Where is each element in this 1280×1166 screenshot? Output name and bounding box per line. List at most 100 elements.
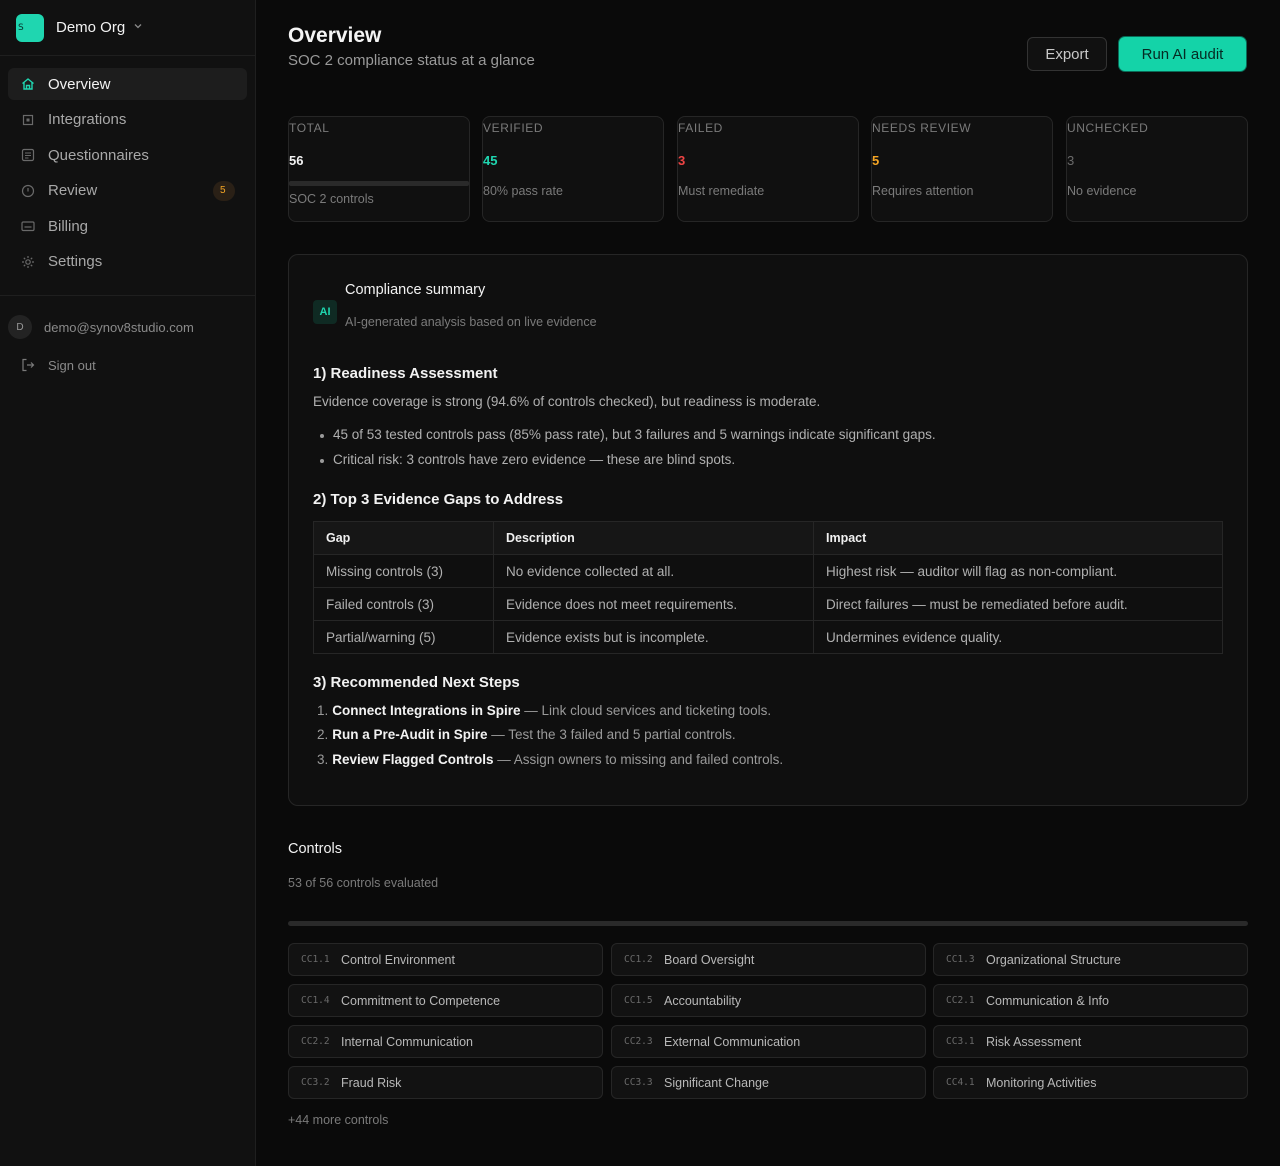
control-id: CC3.3 [624, 1077, 653, 1088]
control-name: Fraud Risk [341, 1075, 402, 1090]
control-item[interactable]: CC1.2 Board Oversight [611, 943, 926, 976]
more-controls-link[interactable]: +44 more controls [288, 1113, 388, 1127]
step-number: 2. [317, 727, 329, 742]
control-item[interactable]: CC2.3 External Communication [611, 1025, 926, 1058]
step-description: — Link cloud services and ticketing tool… [520, 703, 772, 718]
control-item[interactable]: CC1.5 Accountability [611, 984, 926, 1017]
user-account[interactable]: D demo@synov8studio.com [8, 314, 247, 340]
run-ai-audit-button[interactable]: Run AI audit [1119, 37, 1246, 71]
stat-value: 3 [678, 153, 686, 168]
stat-card-needs-review: NEEDS REVIEW 5 Requires attention [871, 116, 1053, 222]
stat-subtext: 80% pass rate [483, 184, 563, 198]
control-id: CC1.1 [301, 954, 330, 965]
control-name: Accountability [664, 993, 742, 1008]
gear-icon [20, 254, 36, 270]
sidebar-item-integrations[interactable]: Integrations [8, 104, 247, 136]
sidebar-item-label: Questionnaires [48, 146, 149, 164]
section-heading: 2) Top 3 Evidence Gaps to Address [313, 491, 564, 508]
next-step-item: 2. Run a Pre-Audit in Spire — Test the 3 … [317, 727, 736, 742]
sidebar: S Demo Org Overview Integrations Questio… [0, 0, 256, 1166]
control-id: CC1.4 [301, 995, 330, 1006]
chevron-down-icon [133, 21, 143, 34]
control-id: CC1.5 [624, 995, 653, 1006]
control-id: CC2.3 [624, 1036, 653, 1047]
section-heading: 1) Readiness Assessment [313, 365, 498, 382]
control-item[interactable]: CC1.1 Control Environment [288, 943, 603, 976]
sidebar-item-label: Overview [48, 75, 111, 93]
stat-card-failed: FAILED 3 Must remediate [677, 116, 859, 222]
table-cell: Partial/warning (5) [313, 620, 494, 654]
table-cell: Missing controls (3) [313, 554, 494, 588]
section-heading: 3) Recommended Next Steps [313, 674, 520, 691]
document-icon [20, 147, 36, 163]
control-item[interactable]: CC2.2 Internal Communication [288, 1025, 603, 1058]
control-id: CC1.3 [946, 954, 975, 965]
control-name: Commitment to Competence [341, 993, 501, 1008]
evidence-gaps-table: Gap Description Impact Missing controls … [313, 521, 1223, 654]
ai-badge: AI [313, 300, 337, 324]
step-description: — Assign owners to missing and failed co… [493, 752, 784, 767]
sidebar-item-label: Billing [48, 217, 89, 235]
control-name: Risk Assessment [986, 1034, 1082, 1049]
controls-title: Controls [288, 841, 342, 857]
controls-progress-bar [288, 921, 1248, 926]
stat-value: 3 [1067, 153, 1075, 168]
sidebar-item-billing[interactable]: Billing [8, 210, 247, 242]
main-content: Overview SOC 2 compliance status at a gl… [288, 0, 1248, 1127]
export-button[interactable]: Export [1027, 37, 1107, 71]
stat-subtext: Must remediate [678, 184, 765, 198]
control-id: CC3.2 [301, 1077, 330, 1088]
control-name: Monitoring Activities [986, 1075, 1097, 1090]
control-name: Board Oversight [664, 952, 755, 967]
control-item[interactable]: CC3.3 Significant Change [611, 1066, 926, 1099]
stat-subtext: SOC 2 controls [289, 192, 374, 206]
stat-card-verified: VERIFIED 45 80% pass rate [482, 116, 664, 222]
next-step-item: 1. Connect Integrations in Spire — Link c… [317, 703, 771, 718]
table-cell: Failed controls (3) [313, 587, 494, 621]
sign-out-button[interactable]: Sign out [8, 352, 247, 378]
user-section: D demo@synov8studio.com Sign out [0, 296, 255, 378]
org-name: Demo Org [56, 19, 126, 36]
sidebar-item-settings[interactable]: Settings [8, 246, 247, 278]
review-count-badge: 5 [213, 180, 235, 201]
control-item[interactable]: CC1.3 Organizational Structure [933, 943, 1248, 976]
control-item[interactable]: CC4.1 Monitoring Activities [933, 1066, 1248, 1099]
control-name: Internal Communication [341, 1034, 474, 1049]
org-logo: S [16, 13, 44, 42]
stat-value: 56 [289, 153, 304, 168]
stat-label: NEEDS REVIEW [872, 121, 972, 135]
stat-value: 45 [483, 153, 498, 168]
sidebar-item-review[interactable]: Review 5 [8, 175, 247, 207]
org-switcher[interactable]: S Demo Org [0, 0, 255, 56]
sidebar-item-overview[interactable]: Overview [8, 68, 247, 100]
control-item[interactable]: CC2.1 Communication & Info [933, 984, 1248, 1017]
integrations-icon [20, 112, 36, 128]
control-item[interactable]: CC3.1 Risk Assessment [933, 1025, 1248, 1058]
step-description: — Test the 3 failed and 5 partial contro… [487, 727, 736, 742]
summary-title: Compliance summary [345, 282, 486, 298]
sidebar-item-label: Review [48, 182, 98, 199]
control-id: CC4.1 [946, 1077, 975, 1088]
next-step-item: 3. Review Flagged Controls — Assign owner… [317, 752, 783, 767]
page-header: Overview SOC 2 compliance status at a gl… [288, 0, 1248, 106]
step-title: Review Flagged Controls [332, 752, 494, 767]
bullet-item: 45 of 53 tested controls pass (85% pass … [320, 427, 936, 442]
control-id: CC1.2 [624, 954, 653, 965]
avatar: D [8, 315, 32, 339]
control-item[interactable]: CC1.4 Commitment to Competence [288, 984, 603, 1017]
summary-subtitle: AI-generated analysis based on live evid… [345, 315, 597, 329]
page-subtitle: SOC 2 compliance status at a glance [288, 52, 535, 69]
sidebar-item-questionnaires[interactable]: Questionnaires [8, 139, 247, 171]
control-item[interactable]: CC3.2 Fraud Risk [288, 1066, 603, 1099]
controls-subtitle: 53 of 56 controls evaluated [288, 876, 439, 890]
stat-subtext: No evidence [1067, 184, 1137, 198]
control-id: CC2.2 [301, 1036, 330, 1047]
control-name: Control Environment [341, 952, 455, 967]
control-id: CC2.1 [946, 995, 975, 1006]
table-cell: No evidence collected at all. [493, 554, 814, 588]
control-name: Organizational Structure [986, 952, 1121, 967]
compliance-summary-card: AI Compliance summary AI-generated analy… [288, 254, 1248, 806]
column-header: Gap [313, 521, 494, 555]
control-name: External Communication [664, 1034, 801, 1049]
sign-out-icon [20, 357, 36, 373]
